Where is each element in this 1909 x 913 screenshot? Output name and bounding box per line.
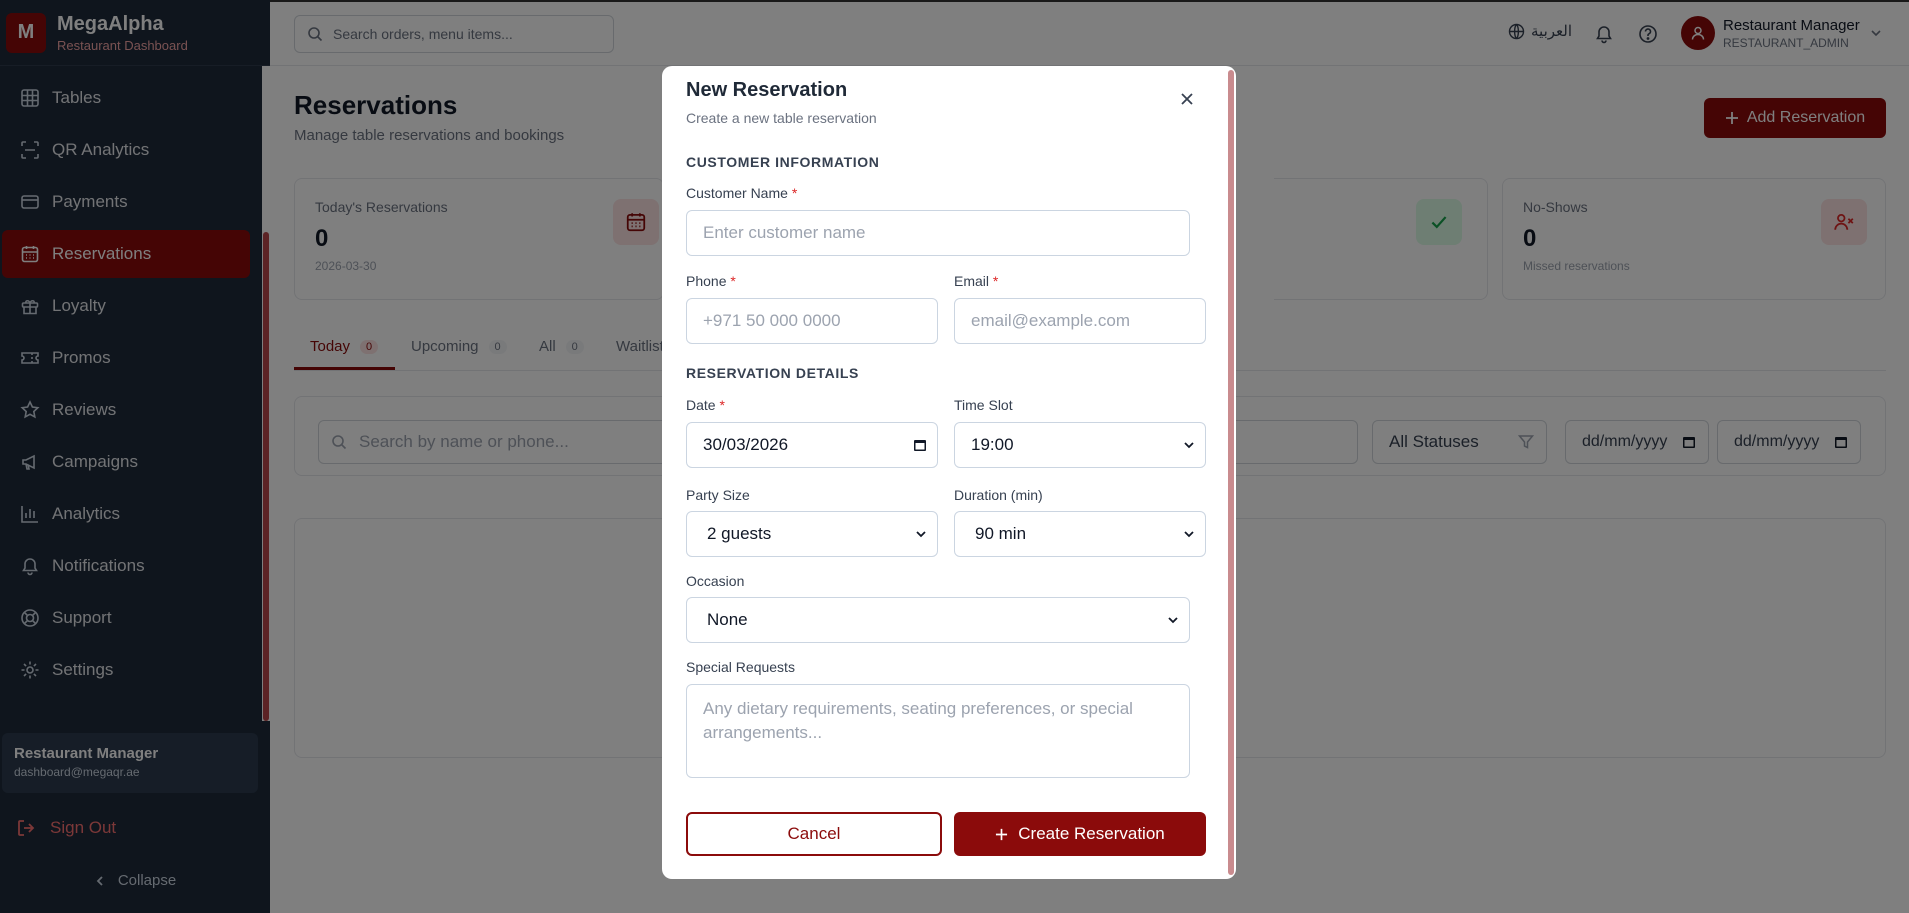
close-button[interactable]: [1180, 92, 1194, 106]
time-slot-select[interactable]: 19:00: [954, 422, 1206, 468]
party-size-value: 2 guests: [707, 524, 772, 543]
occasion-value: None: [707, 610, 748, 629]
date-label: Date *: [686, 397, 725, 413]
email-placeholder: email@example.com: [971, 311, 1130, 330]
email-label: Email *: [954, 273, 999, 289]
phone-input[interactable]: +971 50 000 0000: [686, 298, 938, 344]
special-requests-placeholder: Any dietary requirements, seating prefer…: [703, 699, 1133, 742]
chevron-down-icon: [1183, 528, 1195, 540]
chevron-down-icon: [915, 528, 927, 540]
plus-icon: [995, 828, 1008, 841]
close-icon: [1180, 92, 1194, 106]
occasion-select[interactable]: None: [686, 597, 1190, 643]
chevron-down-icon: [1167, 614, 1179, 626]
special-requests-textarea[interactable]: Any dietary requirements, seating prefer…: [686, 684, 1190, 778]
customer-name-input[interactable]: Enter customer name: [686, 210, 1190, 256]
special-requests-label: Special Requests: [686, 659, 795, 675]
modal-scrollbar[interactable]: [1228, 70, 1234, 875]
occasion-label: Occasion: [686, 573, 745, 589]
customer-name-label: Customer Name *: [686, 185, 798, 201]
create-reservation-button[interactable]: Create Reservation: [954, 812, 1206, 856]
time-slot-label: Time Slot: [954, 397, 1013, 413]
cancel-label: Cancel: [787, 824, 841, 843]
modal-subtitle: Create a new table reservation: [686, 110, 877, 126]
calendar-icon: [913, 438, 927, 452]
create-reservation-label: Create Reservation: [1018, 824, 1165, 843]
duration-label: Duration (min): [954, 487, 1043, 503]
section-customer-heading: CUSTOMER INFORMATION: [686, 154, 880, 170]
date-value: 30/03/2026: [703, 435, 789, 454]
section-details-heading: RESERVATION DETAILS: [686, 365, 859, 381]
phone-label: Phone *: [686, 273, 736, 289]
duration-value: 90 min: [975, 524, 1027, 543]
duration-select[interactable]: 90 min: [954, 511, 1206, 557]
email-input[interactable]: email@example.com: [954, 298, 1206, 344]
time-slot-value: 19:00: [971, 435, 1014, 454]
cancel-button[interactable]: Cancel: [686, 812, 942, 856]
customer-name-placeholder: Enter customer name: [703, 223, 866, 242]
party-size-label: Party Size: [686, 487, 750, 503]
date-input[interactable]: 30/03/2026: [686, 422, 938, 468]
party-size-select[interactable]: 2 guests: [686, 511, 938, 557]
modal-title: New Reservation: [686, 79, 848, 101]
phone-placeholder: +971 50 000 0000: [703, 311, 841, 330]
new-reservation-modal: New Reservation Create a new table reser…: [662, 66, 1236, 879]
chevron-down-icon: [1183, 439, 1195, 451]
